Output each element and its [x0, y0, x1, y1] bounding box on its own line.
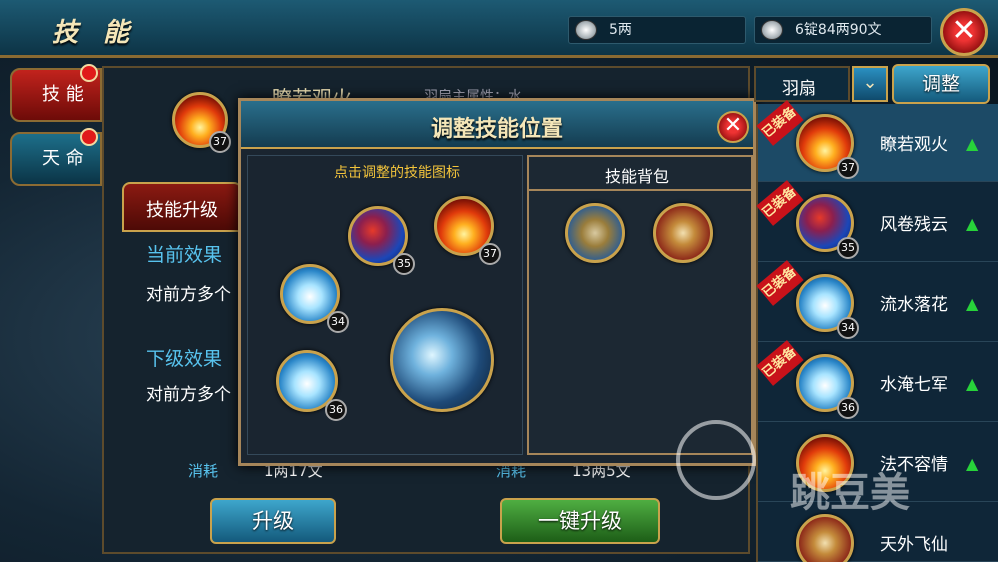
tab-skill-upgrade[interactable]: 技能升级	[122, 182, 242, 232]
notification-dot	[80, 128, 98, 146]
currency-ingot-value: 6锭84两90文	[795, 22, 882, 38]
level-badge: 35	[393, 253, 415, 275]
skill-name: 天外飞仙	[880, 535, 948, 555]
ice-shard-skill-icon[interactable]: 36	[276, 350, 347, 421]
level-badge: 36	[837, 397, 859, 419]
page-title: 技 能	[52, 18, 138, 48]
skill-name: 水淹七军	[880, 375, 948, 395]
weapon-dropdown[interactable]: 羽扇	[754, 66, 850, 102]
watermark-logo-icon	[676, 420, 756, 500]
skill-name: 流水落花	[880, 295, 948, 315]
watermark-text: 跳豆美	[790, 470, 910, 516]
dialog-header: 调整技能位置 ✕	[241, 101, 753, 149]
level-badge: 35	[837, 237, 859, 259]
ice-crystal-skill-icon[interactable]: 34	[280, 264, 349, 333]
next-effect-text: 对前方多个	[146, 385, 231, 405]
side-tab-fate-label: 天 命	[42, 148, 84, 169]
current-effect-label: 当前效果	[146, 244, 223, 266]
level-badge: 37	[837, 157, 859, 179]
skill-list-item[interactable]: 已装备 36 水淹七军 ▲	[756, 340, 998, 422]
tab-skill-upgrade-label: 技能升级	[146, 200, 218, 221]
currency-ingot: 6锭84两90文	[754, 16, 932, 44]
skill-list-item[interactable]: 已装备 35 风卷残云 ▲	[756, 180, 998, 262]
currency-silver: 5两	[568, 16, 746, 44]
upgrade-arrow-icon: ▲	[966, 374, 979, 393]
locked-slot-icon[interactable]	[653, 203, 713, 263]
upgrade-arrow-icon: ▲	[966, 454, 979, 473]
ingot-icon	[761, 20, 783, 40]
skill-name: 风卷残云	[880, 215, 948, 235]
skill-bag-header: 技能背包	[529, 157, 751, 191]
notification-dot	[80, 64, 98, 82]
fire-skill-icon: 37	[796, 114, 859, 179]
upgrade-arrow-icon: ▲	[966, 294, 979, 313]
adjust-hint: 点击调整的技能图标	[334, 165, 460, 181]
upgrade-arrow-icon: ▲	[966, 214, 979, 233]
skill-level-badge: 37	[209, 131, 231, 153]
current-effect-text: 对前方多个	[146, 285, 231, 305]
chevron-down-icon[interactable]: ⌄	[852, 66, 888, 102]
level-badge: 37	[479, 243, 501, 265]
skill-name: 瞭若观火	[880, 135, 948, 155]
adjust-skill-dialog: 调整技能位置 ✕ 点击调整的技能图标 35 37 34 36 技能背包	[238, 98, 756, 466]
close-button[interactable]: ✕	[940, 8, 988, 56]
dialog-title: 调整技能位置	[430, 117, 563, 142]
skill-bag: 技能背包	[527, 155, 753, 455]
coin-icon	[575, 20, 597, 40]
level-badge: 34	[327, 311, 349, 333]
level-badge: 34	[837, 317, 859, 339]
skill-list-item[interactable]: 已装备 34 流水落花 ▲	[756, 260, 998, 342]
fire-skill-icon[interactable]: 37	[172, 92, 231, 153]
weapon-dropdown-value: 羽扇	[782, 79, 816, 99]
level-badge: 36	[325, 399, 347, 421]
adjust-button[interactable]: 调整	[892, 64, 990, 104]
locked-slot-icon[interactable]	[565, 203, 625, 263]
cost-label: 消耗	[188, 462, 219, 480]
top-bar: 技 能 5两 6锭84两90文 ✕	[0, 0, 998, 58]
currency-silver-value: 5两	[609, 22, 632, 38]
skill-list-item[interactable]: 已装备 37 瞭若观火 ▲	[756, 100, 998, 182]
ice-crystal-skill-icon: 34	[796, 274, 859, 339]
dragon-skill-icon[interactable]: 35	[348, 206, 415, 275]
upgrade-arrow-icon: ▲	[966, 134, 979, 153]
side-tab-fate[interactable]: 天 命	[10, 128, 102, 186]
dragon-skill-icon: 35	[796, 194, 859, 259]
main-skill-slot-icon[interactable]	[390, 308, 494, 412]
side-tab-skills[interactable]: 技 能	[10, 64, 102, 122]
upgrade-button[interactable]: 升级	[210, 498, 336, 544]
side-tab-skills-label: 技 能	[42, 84, 84, 105]
skill-bag-title: 技能背包	[605, 167, 670, 186]
one-click-upgrade-button[interactable]: 一键升级	[500, 498, 660, 544]
next-effect-label: 下级效果	[146, 348, 223, 370]
locked-skill-icon	[796, 514, 854, 562]
fire-skill-icon[interactable]: 37	[434, 196, 501, 265]
dialog-close-button[interactable]: ✕	[717, 111, 749, 143]
ice-shard-skill-icon: 36	[796, 354, 859, 419]
skill-slot-area: 点击调整的技能图标 35 37 34 36	[247, 155, 523, 455]
